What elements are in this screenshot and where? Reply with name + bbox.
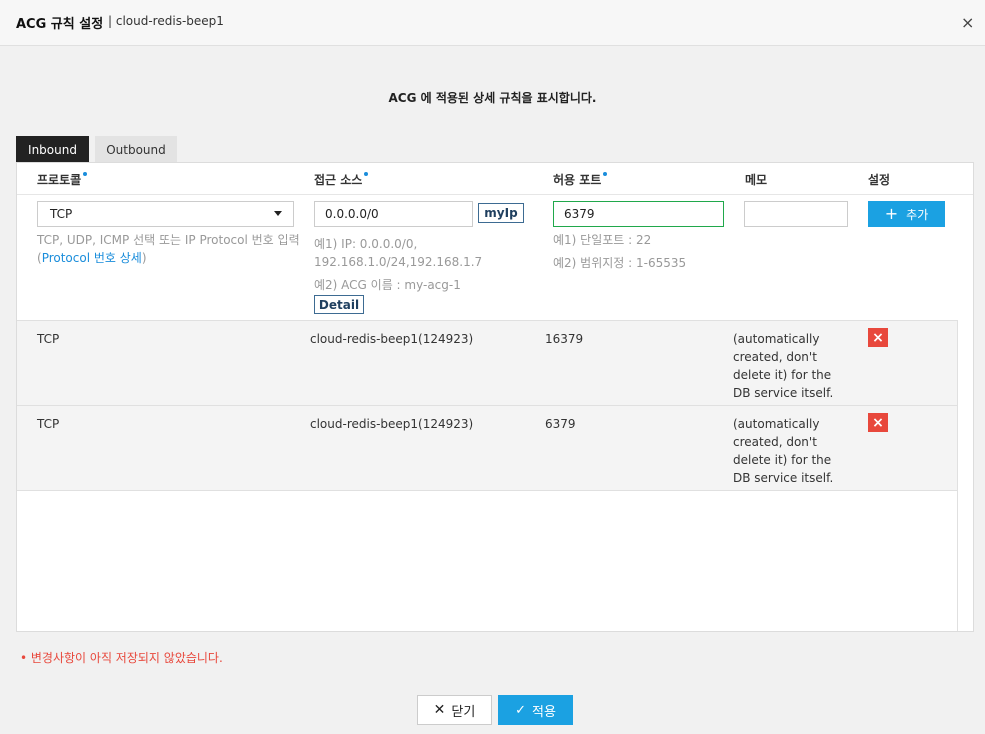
rule-memo: (automatically created, don't delete it)…: [733, 332, 834, 400]
source-input[interactable]: [314, 201, 473, 227]
description-text: ACG 에 적용된 상세 규칙을 표시합니다.: [388, 91, 597, 105]
column-header-protocol: 프로토콜: [37, 171, 88, 188]
port-hint-example1: 예1) 단일포트 : 22: [553, 233, 652, 247]
detail-button[interactable]: Detail: [314, 295, 364, 314]
source-hint-example1-line1: 예1) IP: 0.0.0.0/0,: [314, 237, 418, 251]
scrollbar-track[interactable]: [957, 320, 973, 631]
column-header-port: 허용 포트: [553, 171, 608, 188]
protocol-number-link[interactable]: Protocol 번호 상세: [42, 251, 142, 265]
dialog-subtitle: | cloud-redis-beep1: [108, 14, 224, 28]
myip-button[interactable]: myIp: [478, 203, 524, 223]
rule-protocol: TCP: [37, 417, 60, 431]
rules-list: TCP cloud-redis-beep1(124923) 16379 (aut…: [17, 320, 957, 631]
required-dot-icon: [364, 172, 369, 176]
close-icon: ×: [872, 414, 884, 431]
rule-port: 16379: [545, 332, 584, 346]
close-icon: ×: [872, 329, 884, 346]
protocol-hint-link-line: (Protocol 번호 상세): [37, 251, 147, 265]
rule-memo: (automatically created, don't delete it)…: [733, 417, 834, 485]
delete-rule-button[interactable]: ×: [868, 413, 888, 432]
table-row: TCP cloud-redis-beep1(124923) 6379 (auto…: [17, 406, 957, 491]
source-hint-example2: 예2) ACG 이름 : my-acg-1: [314, 278, 461, 292]
protocol-select[interactable]: TCP: [37, 201, 294, 227]
rules-panel: 프로토콜 접근 소스 허용 포트 메모 설정 TCP myIp + 추가 TCP…: [16, 162, 974, 632]
apply-button[interactable]: ✓ 적용: [498, 695, 573, 725]
source-hint-example1-line2: 192.168.1.0/24,192.168.1.7: [314, 255, 483, 269]
close-icon: ✕: [433, 702, 446, 718]
port-input[interactable]: [553, 201, 724, 227]
column-header-source: 접근 소스: [314, 171, 369, 188]
rule-protocol: TCP: [37, 332, 60, 346]
required-dot-icon: [83, 172, 88, 176]
tab-inbound[interactable]: Inbound: [16, 136, 89, 163]
rule-source: cloud-redis-beep1(124923): [310, 417, 474, 431]
column-header-memo: 메모: [745, 173, 768, 187]
caret-down-icon: [274, 211, 282, 216]
close-button[interactable]: ✕ 닫기: [417, 695, 492, 725]
protocol-select-value: TCP: [50, 207, 73, 221]
rule-source: cloud-redis-beep1(124923): [310, 332, 474, 346]
close-icon[interactable]: ×: [961, 14, 974, 32]
dialog-title: ACG 규칙 설정: [16, 17, 104, 32]
add-rule-button[interactable]: + 추가: [868, 201, 945, 227]
required-dot-icon: [603, 172, 608, 176]
port-hint-example2: 예2) 범위지정 : 1-65535: [553, 256, 687, 270]
rule-port: 6379: [545, 417, 576, 431]
protocol-hint: TCP, UDP, ICMP 선택 또는 IP Protocol 번호 입력: [37, 233, 300, 247]
memo-input[interactable]: [744, 201, 848, 227]
header-divider: [17, 194, 973, 195]
column-header-settings: 설정: [868, 173, 891, 187]
dialog-header: ACG 규칙 설정 | cloud-redis-beep1 ×: [0, 0, 985, 46]
plus-icon: +: [884, 204, 899, 223]
tab-outbound[interactable]: Outbound: [95, 136, 177, 163]
check-icon: ✓: [515, 702, 526, 718]
unsaved-warning: • 변경사항이 아직 저장되지 않았습니다.: [20, 651, 223, 665]
table-row: TCP cloud-redis-beep1(124923) 16379 (aut…: [17, 321, 957, 406]
delete-rule-button[interactable]: ×: [868, 328, 888, 347]
